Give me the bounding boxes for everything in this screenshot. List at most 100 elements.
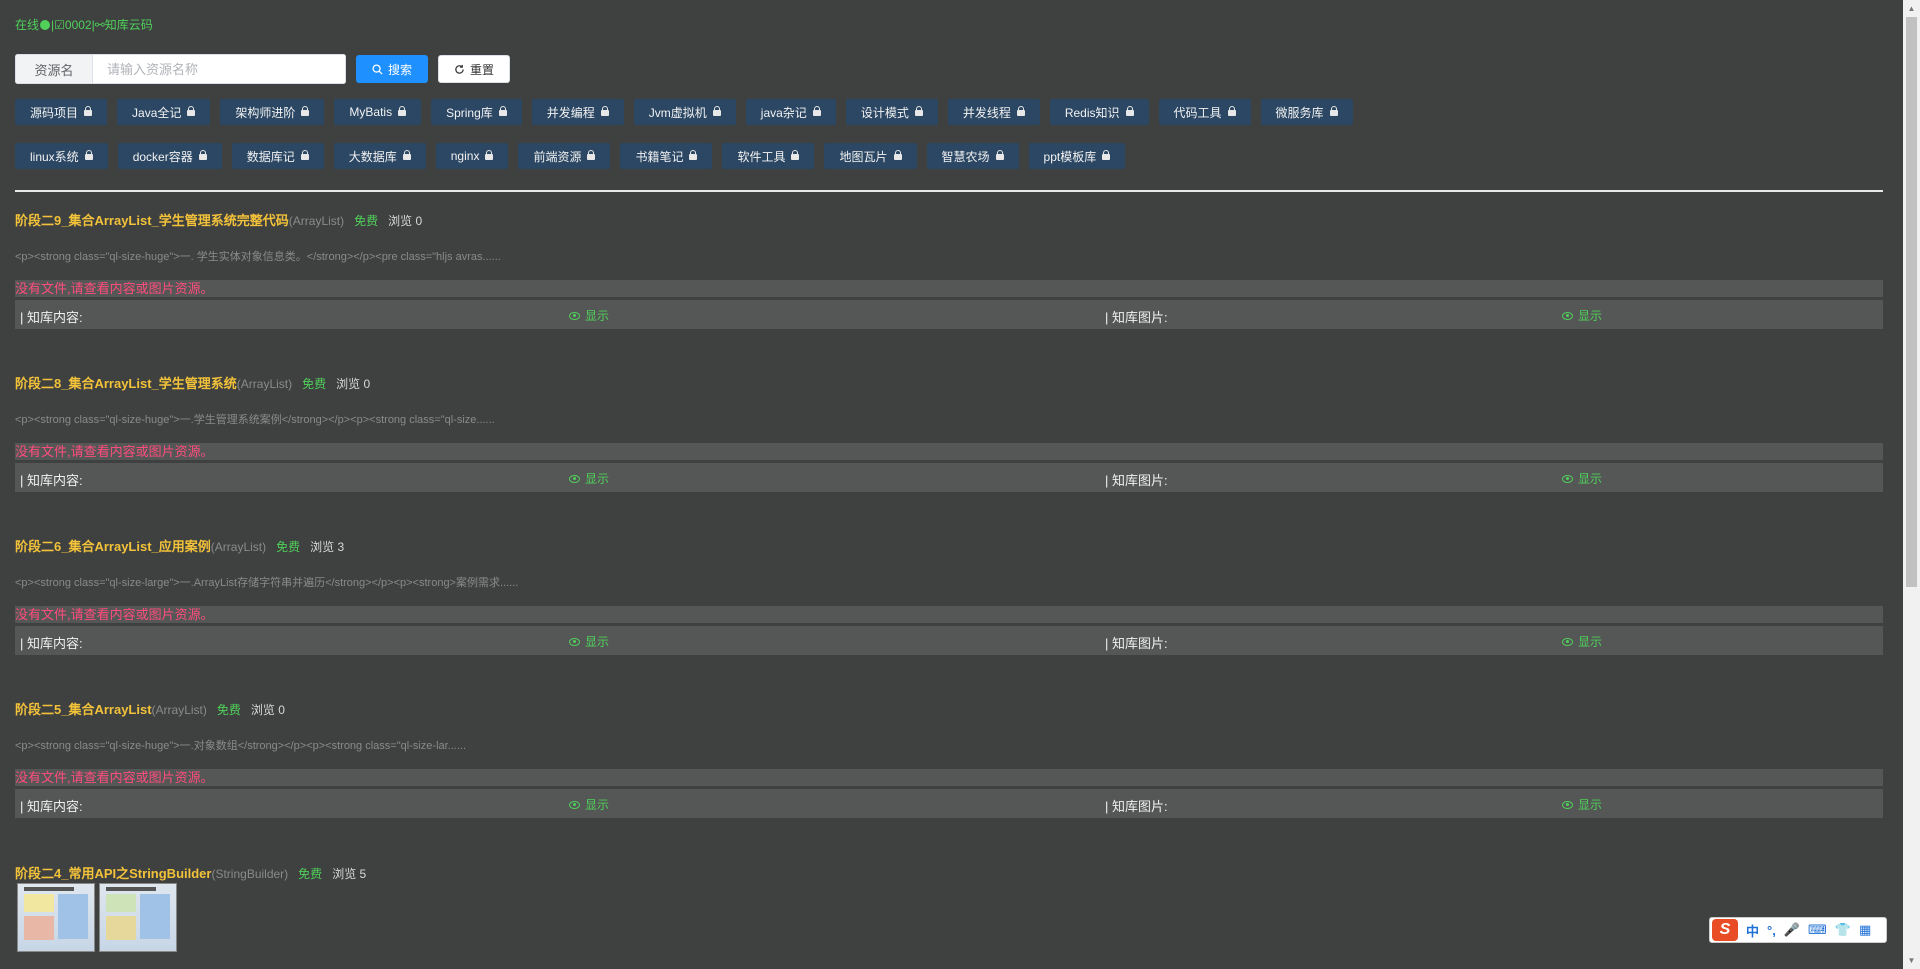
category-tag[interactable]: 设计模式: [845, 99, 938, 125]
thumbnail-image[interactable]: [99, 883, 177, 952]
category-tag[interactable]: Java全记: [117, 99, 211, 125]
image-label: | 知库图片:: [1105, 636, 1168, 651]
show-content-link[interactable]: 显示: [569, 796, 609, 813]
category-tag[interactable]: docker容器: [117, 143, 222, 169]
content-label: | 知库内容:: [20, 636, 83, 651]
show-content-link[interactable]: 显示: [569, 307, 609, 324]
lock-icon: [84, 150, 93, 160]
category-tag[interactable]: 代码工具: [1158, 99, 1251, 125]
search-input[interactable]: [92, 54, 346, 84]
scrollbar-thumb[interactable]: [1906, 17, 1917, 587]
scroll-down-icon[interactable]: ▼: [1903, 952, 1920, 969]
eye-icon: [569, 638, 580, 646]
search-button-label: 搜索: [388, 62, 413, 77]
show-image-link[interactable]: 显示: [1562, 633, 1602, 650]
lock-icon: [587, 150, 596, 160]
show-content-link[interactable]: 显示: [569, 633, 609, 650]
reset-button-label: 重置: [470, 62, 495, 77]
lock-icon: [301, 106, 310, 116]
category-tag[interactable]: 并发编程: [531, 99, 624, 125]
category-tag-label: linux系统: [30, 149, 79, 164]
category-tag-label: Spring库: [446, 105, 493, 120]
lock-icon: [498, 106, 507, 116]
show-image-link[interactable]: 显示: [1562, 307, 1602, 324]
category-tag[interactable]: 微服务库: [1260, 99, 1353, 125]
lock-icon: [1329, 106, 1338, 116]
category-tag[interactable]: Redis知识: [1049, 99, 1149, 125]
category-tag[interactable]: 大数据库: [333, 143, 426, 169]
eye-icon: [1562, 312, 1573, 320]
category-tag[interactable]: 地图瓦片: [824, 143, 917, 169]
entry-title[interactable]: 阶段二5_集合ArrayList: [15, 702, 152, 717]
microphone-icon[interactable]: 🎤: [1784, 922, 1800, 938]
search-bar: 资源名 搜索 重置: [15, 54, 511, 84]
category-tag[interactable]: 源码项目: [15, 99, 108, 125]
search-button[interactable]: 搜索: [356, 55, 429, 83]
category-tag-label: 地图瓦片: [839, 149, 888, 164]
show-label: 显示: [1578, 798, 1603, 812]
category-tag-label: 代码工具: [1173, 105, 1222, 120]
lock-icon: [198, 150, 207, 160]
category-tag[interactable]: 数据库记: [231, 143, 324, 169]
no-file-notice: 没有文件,请查看内容或图片资源。: [15, 769, 1883, 786]
category-tag-label: 架构师进阶: [235, 105, 296, 120]
category-tag[interactable]: nginx: [435, 143, 509, 169]
scroll-up-icon[interactable]: ▲: [1903, 0, 1920, 17]
category-tag-label: docker容器: [132, 149, 193, 164]
category-tag[interactable]: 软件工具: [722, 143, 815, 169]
show-label: 显示: [585, 309, 610, 323]
category-tag[interactable]: 智慧农场: [926, 143, 1019, 169]
category-tag[interactable]: MyBatis: [334, 99, 422, 125]
entry-title[interactable]: 阶段二9_集合ArrayList_学生管理系统完整代码: [15, 213, 289, 228]
category-tag[interactable]: linux系统: [15, 143, 108, 169]
code-label: |☑0002|: [51, 18, 95, 32]
ime-punct-toggle[interactable]: °,: [1767, 923, 1776, 938]
view-count: 浏览 0: [388, 214, 423, 228]
lock-icon: [1102, 150, 1111, 160]
category-tag[interactable]: ppt模板库: [1028, 143, 1126, 169]
category-tag[interactable]: java杂记: [745, 99, 836, 125]
lock-icon: [893, 150, 902, 160]
entry-title-row: 阶段二5_集合ArrayList(ArrayList) 免费 浏览 0: [15, 699, 1883, 718]
category-tag[interactable]: 前端资源: [518, 143, 611, 169]
lock-icon: [995, 150, 1004, 160]
lock-icon: [812, 106, 821, 116]
keyboard-icon[interactable]: ⌨: [1808, 922, 1827, 938]
category-tag-label: 并发线程: [962, 105, 1011, 120]
show-content-link[interactable]: 显示: [569, 470, 609, 487]
thumbnail-image[interactable]: [17, 883, 95, 952]
toolbox-icon[interactable]: ▦: [1859, 922, 1871, 938]
entry-title[interactable]: 阶段二8_集合ArrayList_学生管理系统: [15, 376, 237, 391]
lock-icon: [485, 150, 494, 160]
category-tag[interactable]: Jvm虚拟机: [633, 99, 736, 125]
lock-icon: [689, 150, 698, 160]
category-tag-label: 前端资源: [533, 149, 582, 164]
eye-icon: [569, 475, 580, 483]
eye-icon: [1562, 801, 1573, 809]
entry-item: 阶段二6_集合ArrayList_应用案例(ArrayList) 免费 浏览 3 <p…: [15, 536, 1883, 655]
sogou-logo-icon[interactable]: S: [1712, 919, 1738, 941]
ime-lang-toggle[interactable]: 中: [1746, 921, 1759, 940]
content-label: | 知库内容:: [20, 799, 83, 814]
entry-title[interactable]: 阶段二6_集合ArrayList_应用案例: [15, 539, 211, 554]
skin-icon[interactable]: 👕: [1835, 922, 1851, 938]
show-image-link[interactable]: 显示: [1562, 470, 1602, 487]
show-image-link[interactable]: 显示: [1562, 796, 1602, 813]
category-tag[interactable]: Spring库: [431, 99, 522, 125]
category-tag-label: 源码项目: [30, 105, 79, 120]
category-tag[interactable]: 书籍笔记: [620, 143, 713, 169]
show-label: 显示: [1578, 472, 1603, 486]
entry-title[interactable]: 阶段二4_常用API之StringBuilder: [15, 866, 211, 881]
vertical-scrollbar[interactable]: ▲ ▼: [1903, 0, 1920, 969]
lock-icon: [84, 106, 93, 116]
knowledge-info-bar: | 知库内容: 显示 | 知库图片: 显示: [15, 300, 1883, 329]
view-count: 浏览 5: [332, 867, 367, 881]
category-tag[interactable]: 并发线程: [947, 99, 1040, 125]
free-badge: 免费: [302, 377, 327, 391]
category-tag[interactable]: 架构师进阶: [220, 99, 325, 125]
brand-link[interactable]: ⚯知库云码: [95, 18, 153, 32]
reset-button[interactable]: 重置: [438, 55, 511, 83]
entry-summary: <p><strong class="ql-size-large">一.Array…: [15, 577, 519, 589]
category-tags-row-2: linux系统 docker容器 数据库记 大数据库 nginx 前端资源 书籍笔记 软件工具…: [15, 143, 1135, 169]
category-tag-label: 数据库记: [246, 149, 295, 164]
